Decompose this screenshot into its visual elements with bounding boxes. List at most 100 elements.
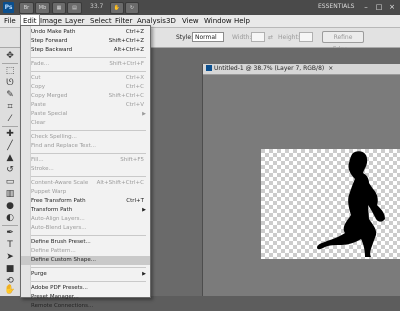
- menu-item-copy-merged[interactable]: Copy Merged Shift+Ctrl+C: [21, 92, 150, 101]
- close-button[interactable]: ×: [386, 2, 398, 12]
- menu-item-shortcut: Ctrl+C: [125, 84, 144, 90]
- menu-item-puppet-warp[interactable]: Puppet Warp: [21, 188, 150, 197]
- zoom-level[interactable]: 33.7: [90, 3, 103, 10]
- submenu-arrow-icon: ▶: [142, 271, 146, 277]
- gradient-icon[interactable]: ▥: [3, 188, 17, 200]
- menu-item-define-pattern[interactable]: Define Pattern...: [21, 247, 150, 256]
- history-brush-icon[interactable]: ↺: [3, 164, 17, 176]
- menu-item-transform-path[interactable]: Transform Path ▶: [21, 206, 150, 215]
- menu-item-undo-make-path[interactable]: Undo Make Path Ctrl+Z: [21, 28, 150, 37]
- rotate-view-button[interactable]: ↻: [125, 2, 139, 14]
- view-extras-button[interactable]: ▦: [52, 2, 66, 14]
- move-icon[interactable]: ✥: [3, 50, 17, 62]
- menu-help[interactable]: Help: [234, 15, 250, 27]
- menu-item-step-backward[interactable]: Step Backward Alt+Ctrl+Z: [21, 46, 150, 55]
- menu-item-label: Copy Merged: [31, 93, 68, 99]
- path-select-icon[interactable]: ➤: [3, 251, 17, 263]
- menu-item-label: Fill...: [31, 157, 44, 163]
- menu-item-label: Fade...: [31, 61, 50, 67]
- blur-icon[interactable]: ●: [3, 200, 17, 212]
- width-field[interactable]: [251, 32, 265, 42]
- submenu-arrow-icon: ▶: [142, 111, 146, 117]
- menu-item-fade[interactable]: Fade... Shift+Ctrl+F: [21, 60, 150, 69]
- brush-icon[interactable]: ╱: [3, 140, 17, 152]
- quick-select-icon[interactable]: ✎: [3, 89, 17, 101]
- menu-separator: [31, 57, 146, 58]
- menu-item-label: Define Brush Preset...: [31, 239, 91, 245]
- maximize-button[interactable]: □: [373, 2, 385, 12]
- menu-item-clear[interactable]: Clear: [21, 119, 150, 128]
- menu-item-remote-connections[interactable]: Remote Connections...: [21, 302, 150, 311]
- hand-tool-button[interactable]: ✋: [110, 2, 124, 14]
- menu-item-label: Define Pattern...: [31, 248, 76, 254]
- menu-item-preset-manager[interactable]: Preset Manager...: [21, 293, 150, 302]
- menu-item-label: Purge: [31, 271, 47, 277]
- menu-item-adobe-pdf-presets[interactable]: Adobe PDF Presets...: [21, 284, 150, 293]
- menu-item-auto-align-layers[interactable]: Auto-Align Layers...: [21, 215, 150, 224]
- menu-item-find-and-replace-text[interactable]: Find and Replace Text...: [21, 142, 150, 151]
- menu-item-check-spelling[interactable]: Check Spelling...: [21, 133, 150, 142]
- menu-item-shortcut: Ctrl+Z: [125, 29, 144, 35]
- healing-icon[interactable]: ✚: [3, 128, 17, 140]
- menu-item-shortcut: Shift+Ctrl+C: [108, 93, 144, 99]
- menu-item-copy[interactable]: Copy Ctrl+C: [21, 83, 150, 92]
- menu-window[interactable]: Window: [204, 15, 232, 27]
- menu-item-paste-special[interactable]: Paste Special ▶: [21, 110, 150, 119]
- pen-icon[interactable]: ✒: [3, 227, 17, 239]
- lasso-icon[interactable]: ᘎ: [3, 77, 17, 89]
- menu-item-label: Preset Manager...: [31, 294, 79, 300]
- menu-item-label: Paste Special: [31, 111, 68, 117]
- menu-item-stroke[interactable]: Stroke...: [21, 165, 150, 174]
- menu-item-label: Puppet Warp: [31, 189, 67, 195]
- bridge-button[interactable]: Br: [19, 2, 34, 14]
- eyedropper-icon[interactable]: ⁄: [3, 113, 17, 125]
- hand-icon[interactable]: ✋: [3, 284, 17, 296]
- menu-item-label: Undo Make Path: [31, 29, 76, 35]
- menu-view[interactable]: View: [182, 15, 199, 27]
- refine-edge-button[interactable]: Refine Edge...: [322, 31, 364, 53]
- mini-bridge-button[interactable]: Mb: [35, 2, 50, 14]
- style-select[interactable]: Normal: [192, 32, 224, 42]
- document-window: Untitled-1 @ 38.7% (Layer 7, RGB/8) ×: [202, 64, 400, 296]
- menu-item-label: Remote Connections...: [31, 303, 94, 309]
- menu-item-label: Check Spelling...: [31, 134, 77, 140]
- type-icon[interactable]: T: [3, 239, 17, 251]
- menu-item-cut[interactable]: Cut Ctrl+X: [21, 74, 150, 83]
- menu-item-content-aware-scale[interactable]: Content-Aware Scale Alt+Shift+Ctrl+C: [21, 179, 150, 188]
- height-field[interactable]: [299, 32, 313, 42]
- workspace-switcher[interactable]: ESSENTIALS: [318, 3, 354, 10]
- menu-item-define-custom-shape[interactable]: Define Custom Shape...: [21, 256, 150, 265]
- menu-item-label: Adobe PDF Presets...: [31, 285, 88, 291]
- menu-3d[interactable]: 3D: [166, 15, 176, 27]
- menu-item-paste[interactable]: Paste Ctrl+V: [21, 101, 150, 110]
- menu-item-label: Auto-Align Layers...: [31, 216, 85, 222]
- menu-separator: [31, 176, 146, 177]
- menu-item-label: Content-Aware Scale: [31, 180, 89, 186]
- menu-item-fill[interactable]: Fill... Shift+F5: [21, 156, 150, 165]
- document-tab[interactable]: Untitled-1 @ 38.7% (Layer 7, RGB/8) ×: [203, 64, 400, 75]
- dodge-icon[interactable]: ◐: [3, 212, 17, 224]
- menu-item-label: Define Custom Shape...: [31, 257, 96, 263]
- menu-item-auto-blend-layers[interactable]: Auto-Blend Layers...: [21, 224, 150, 233]
- menu-item-define-brush-preset[interactable]: Define Brush Preset...: [21, 238, 150, 247]
- swap-icon[interactable]: ⇄: [268, 34, 273, 41]
- menu-item-label: Step Backward: [31, 47, 73, 53]
- minimize-button[interactable]: –: [360, 2, 372, 12]
- arrange-documents-button[interactable]: ▤: [67, 2, 82, 14]
- menu-item-label: Find and Replace Text...: [31, 143, 96, 149]
- menu-item-free-transform-path[interactable]: Free Transform Path Ctrl+T: [21, 197, 150, 206]
- marquee-icon[interactable]: ⬚: [3, 65, 17, 77]
- menu-item-shortcut: Shift+Ctrl+F: [109, 61, 144, 67]
- crop-icon[interactable]: ⌗: [3, 101, 17, 113]
- menu-item-label: Cut: [31, 75, 41, 81]
- style-label: Style:: [176, 34, 194, 41]
- canvas[interactable]: [261, 149, 400, 259]
- menu-file[interactable]: File: [4, 15, 16, 27]
- stamp-icon[interactable]: ▲: [3, 152, 17, 164]
- shape-icon[interactable]: ■: [3, 263, 17, 275]
- close-tab-icon[interactable]: ×: [328, 65, 333, 72]
- menu-item-purge[interactable]: Purge ▶: [21, 270, 150, 279]
- menu-item-label: Copy: [31, 84, 45, 90]
- menu-item-step-forward[interactable]: Step Forward Shift+Ctrl+Z: [21, 37, 150, 46]
- eraser-icon[interactable]: ▭: [3, 176, 17, 188]
